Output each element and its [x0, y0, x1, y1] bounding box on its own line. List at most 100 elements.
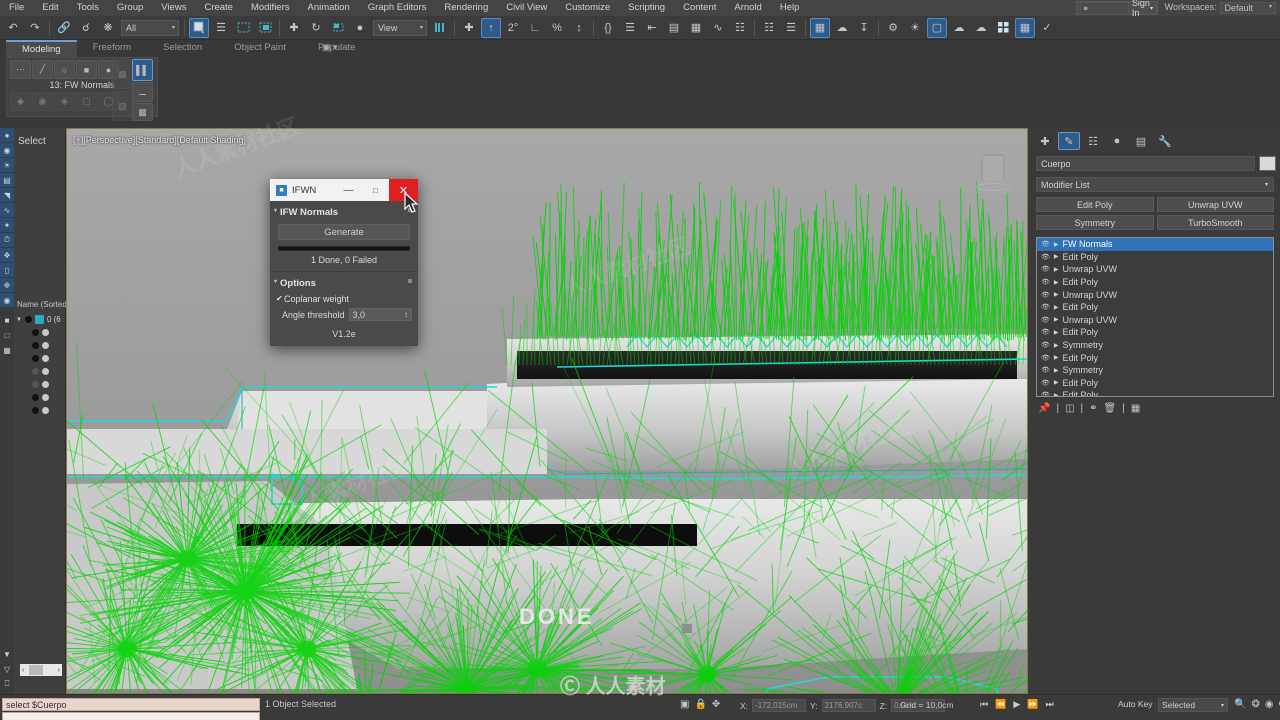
scene-explorer-root-row[interactable]: ▼ 0 (6 — [16, 313, 61, 326]
snaps-toggle-icon[interactable]: ↑ — [481, 17, 501, 38]
utilities-tab-icon[interactable]: 🔧 — [1154, 132, 1176, 150]
expand-arrow-icon[interactable]: ▶ — [1054, 291, 1059, 298]
unlink-icon[interactable]: ☌ — [76, 18, 96, 38]
container-filter-icon[interactable]: ▯ — [0, 263, 14, 277]
scroll-left-icon[interactable]: ‹ — [22, 667, 24, 674]
menu-item-help[interactable]: Help — [771, 0, 809, 16]
expand-arrow-icon[interactable]: ▶ — [1054, 241, 1059, 248]
eye-icon[interactable]: 👁 — [1041, 316, 1050, 324]
list-item[interactable] — [14, 378, 66, 391]
select-link-icon[interactable]: 🔗 — [54, 18, 74, 38]
particle-filter-icon[interactable]: ❉ — [0, 278, 14, 292]
list-item[interactable] — [14, 404, 66, 417]
modifier-stack-item[interactable]: 👁 ▶ FW Normals — [1037, 238, 1273, 251]
menu-item-rendering[interactable]: Rendering — [435, 0, 497, 16]
display-tab-icon[interactable]: ▤ — [1130, 132, 1152, 150]
show-end-result-icon[interactable]: ◫ — [1065, 403, 1074, 414]
select-object-icon[interactable] — [189, 17, 209, 38]
expand-arrow-icon[interactable]: ▶ — [1054, 304, 1059, 311]
geometry-filter-icon[interactable]: ◥ — [0, 188, 14, 202]
selection-lock-icon[interactable]: ▣ — [680, 699, 689, 710]
hierarchy-tab-icon[interactable]: ☷ — [1082, 132, 1104, 150]
quick-button-turbosmooth[interactable]: TurboSmooth — [1156, 215, 1274, 230]
redo-icon[interactable]: ↷ — [25, 18, 45, 38]
maxscript-listener-icon[interactable]: ✓ — [1037, 18, 1057, 38]
create-tab-icon[interactable]: ✚ — [1034, 132, 1056, 150]
render-production-icon[interactable]: ▢ — [927, 17, 947, 38]
render-frame-window-icon[interactable]: ☀ — [905, 18, 925, 38]
scene-explorer-icon[interactable]: ☷ — [759, 18, 779, 38]
render-iterative-icon[interactable]: ☁ — [949, 18, 969, 38]
reference-coordinate-combo[interactable]: View — [373, 19, 427, 36]
expand-arrow-icon[interactable]: ▶ — [1054, 253, 1059, 260]
menu-item-edit[interactable]: Edit — [33, 0, 67, 16]
eye-icon[interactable] — [32, 329, 39, 336]
eye-icon[interactable]: 👁 — [1041, 253, 1050, 261]
render-setup-icon[interactable]: ☁ — [832, 18, 852, 38]
edit-named-selection-icon[interactable]: {} — [598, 18, 618, 38]
minimize-icon[interactable]: — — [335, 185, 362, 196]
modifier-list-dropdown[interactable]: Modifier List — [1036, 177, 1274, 192]
constraint-icon[interactable]: ⚊ — [132, 82, 153, 102]
space-warp-filter-icon[interactable]: ⏱ — [0, 233, 14, 247]
light-icon[interactable]: ☀ — [0, 158, 14, 172]
ribbon-tab-freeform[interactable]: Freeform — [77, 40, 148, 57]
quick-button-unwrap-uvw[interactable]: Unwrap UVW — [1156, 197, 1274, 212]
motion-tab-icon[interactable]: ● — [1106, 132, 1128, 150]
ribbon-tab-modeling[interactable]: Modeling — [6, 40, 77, 57]
list-item[interactable] — [14, 326, 66, 339]
select-and-rotate-icon[interactable]: ↻ — [306, 18, 326, 38]
list-item[interactable] — [14, 391, 66, 404]
filter-icon[interactable]: ▼ — [0, 647, 14, 661]
schematic-view-icon[interactable]: ☷ — [730, 18, 750, 38]
eye-icon[interactable]: 👁 — [1041, 278, 1050, 286]
menu-item-group[interactable]: Group — [108, 0, 152, 16]
menu-item-create[interactable]: Create — [195, 0, 242, 16]
border-subobject-icon[interactable]: ○ — [54, 60, 75, 79]
shape-filter-icon[interactable]: ∿ — [0, 203, 14, 217]
eye-icon[interactable]: 👁 — [1041, 291, 1050, 299]
select-and-manipulate-icon[interactable]: ✚ — [459, 18, 479, 38]
go-to-end-icon[interactable]: ⏭ — [1045, 699, 1053, 710]
display-toggle-icon[interactable]: □ — [0, 328, 14, 342]
eye-icon[interactable]: 👁 — [1041, 265, 1050, 273]
helper-filter-icon[interactable]: ✦ — [0, 218, 14, 232]
align-icon[interactable]: ⇤ — [642, 18, 662, 38]
scroll-thumb[interactable] — [29, 665, 43, 675]
angle-snap-icon[interactable]: 2° — [503, 18, 523, 38]
percent-icon[interactable]: % — [547, 18, 567, 38]
menu-item-file[interactable]: File — [0, 0, 33, 16]
project-folder-icon[interactable]: ▦ — [1015, 17, 1035, 38]
quick-button-symmetry[interactable]: Symmetry — [1036, 215, 1154, 230]
maximize-icon[interactable]: □ — [362, 186, 389, 195]
generate-button[interactable]: Generate — [278, 224, 410, 240]
dialog-titlebar[interactable]: ■ IFWN — □ ✕ — [270, 179, 418, 201]
expand-arrow-icon[interactable]: ▶ — [1054, 354, 1059, 361]
eye-icon[interactable] — [32, 342, 39, 349]
list-item[interactable] — [14, 339, 66, 352]
modifier-stack-item[interactable]: 👁 ▶ Edit Poly — [1037, 351, 1273, 364]
make-planar-icon[interactable]: ▢ — [76, 92, 97, 111]
menu-item-graph-editors[interactable]: Graph Editors — [359, 0, 436, 16]
expand-arrow-icon[interactable]: ▶ — [1054, 279, 1059, 286]
camera-filter-icon[interactable]: ▤ — [0, 173, 14, 187]
menu-item-animation[interactable]: Animation — [299, 0, 359, 16]
modifier-stack-item[interactable]: 👁 ▶ Edit Poly — [1037, 389, 1273, 396]
eye-icon[interactable]: 👁 — [1041, 328, 1050, 336]
absolute-mode-icon[interactable]: ✥ — [712, 699, 720, 710]
bind-space-warp-icon[interactable]: ❋ — [98, 18, 118, 38]
quad-view-icon[interactable] — [993, 18, 1013, 38]
perspective-viewport[interactable]: DONE [+][Perspective][Standard][Default … — [66, 128, 1028, 694]
menu-item-customize[interactable]: Customize — [556, 0, 619, 16]
select-similar-icon[interactable]: ◉ — [0, 143, 14, 157]
ribbon-tab-selection[interactable]: Selection — [147, 40, 218, 57]
menu-item-modifiers[interactable]: Modifiers — [242, 0, 299, 16]
section-header-ifw-normals[interactable]: IFW Normals — [270, 201, 418, 220]
coplanar-weight-checkbox[interactable]: Coplanar weight — [270, 291, 418, 304]
expand-arrow-icon[interactable]: ▶ — [1054, 316, 1059, 323]
edge-subobject-icon[interactable]: ╱ — [32, 60, 53, 79]
eye-icon[interactable] — [32, 355, 39, 362]
modify-tab-icon[interactable]: ✎ — [1058, 132, 1080, 150]
preserve-uv-icon[interactable]: ▧ — [112, 91, 133, 121]
expand-arrow-icon[interactable]: ▶ — [1054, 329, 1059, 336]
